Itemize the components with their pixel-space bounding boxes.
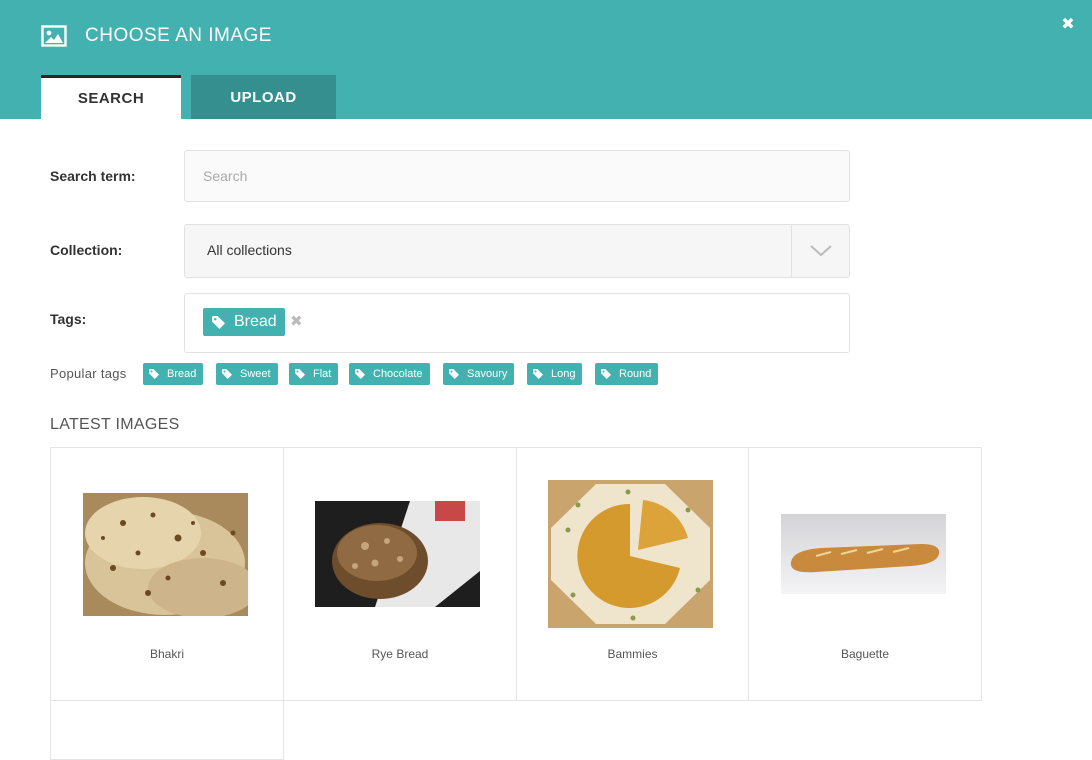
tab-upload[interactable]: UPLOAD [191, 75, 336, 119]
popular-tag-bread[interactable]: Bread [143, 363, 204, 385]
popular-tag-sweet[interactable]: Sweet [216, 363, 278, 385]
image-card-rye-bread[interactable]: Rye Bread [283, 447, 517, 701]
image-card-next[interactable] [50, 700, 284, 760]
bammies-thumbnail [548, 480, 713, 628]
tags-input[interactable]: Bread ✖ [184, 293, 850, 353]
popular-tag-savoury[interactable]: Savoury [443, 363, 515, 385]
remove-tag-icon[interactable]: ✖ [290, 312, 303, 332]
modal-header: CHOOSE AN IMAGE ✖ SEARCH UPLOAD [0, 0, 1092, 119]
popular-tag-label: Savoury [467, 368, 508, 380]
popular-tag-label: Round [619, 368, 652, 380]
image-icon [41, 25, 67, 47]
search-term-label: Search term: [50, 168, 136, 184]
search-input[interactable] [185, 151, 849, 201]
image-caption: Bhakri [149, 647, 184, 661]
selected-tag-label: Bread [234, 313, 277, 330]
image-card-bhakri[interactable]: Bhakri [50, 447, 284, 701]
tag-icon [601, 369, 611, 379]
tag-icon [212, 315, 225, 329]
tags-label: Tags: [50, 311, 87, 327]
modal-title-text: CHOOSE AN IMAGE [85, 25, 272, 46]
collection-label: Collection: [50, 242, 123, 258]
image-caption: Baguette [840, 647, 890, 661]
latest-images-title: LATEST IMAGES [50, 416, 180, 433]
tag-icon [533, 369, 543, 379]
popular-tag-label: Sweet [240, 368, 271, 380]
popular-tag-round[interactable]: Round [595, 363, 659, 385]
tag-icon [295, 369, 305, 379]
tag-icon [449, 369, 459, 379]
tag-icon [222, 369, 232, 379]
search-field [184, 150, 850, 202]
image-caption: Bammies [607, 647, 658, 661]
popular-tag-label: Chocolate [373, 368, 423, 380]
collection-select[interactable]: All collections [184, 224, 850, 278]
tab-search[interactable]: SEARCH [41, 75, 181, 119]
bhakri-thumbnail [83, 493, 248, 616]
image-card-bammies[interactable]: Bammies [516, 447, 749, 701]
image-card-baguette[interactable]: Baguette [748, 447, 982, 701]
tag-icon [355, 369, 365, 379]
popular-tag-label: Flat [313, 368, 332, 380]
popular-tag-long[interactable]: Long [527, 363, 583, 385]
popular-tag-chocolate[interactable]: Chocolate [349, 363, 430, 385]
image-caption: Rye Bread [371, 647, 429, 661]
tag-icon [149, 369, 159, 379]
chevron-down-icon[interactable] [791, 225, 849, 277]
popular-tag-flat[interactable]: Flat [289, 363, 339, 385]
popular-tag-label: Bread [167, 368, 197, 380]
selected-tag-chip[interactable]: Bread [203, 308, 285, 336]
collection-value: All collections [207, 242, 292, 258]
modal-title: CHOOSE AN IMAGE [41, 22, 272, 50]
popular-tag-label: Long [551, 368, 576, 380]
rye-bread-thumbnail [315, 501, 480, 607]
popular-tags-label: Popular tags [50, 366, 127, 381]
close-icon[interactable]: ✖ [1059, 16, 1077, 34]
baguette-thumbnail [781, 514, 946, 594]
